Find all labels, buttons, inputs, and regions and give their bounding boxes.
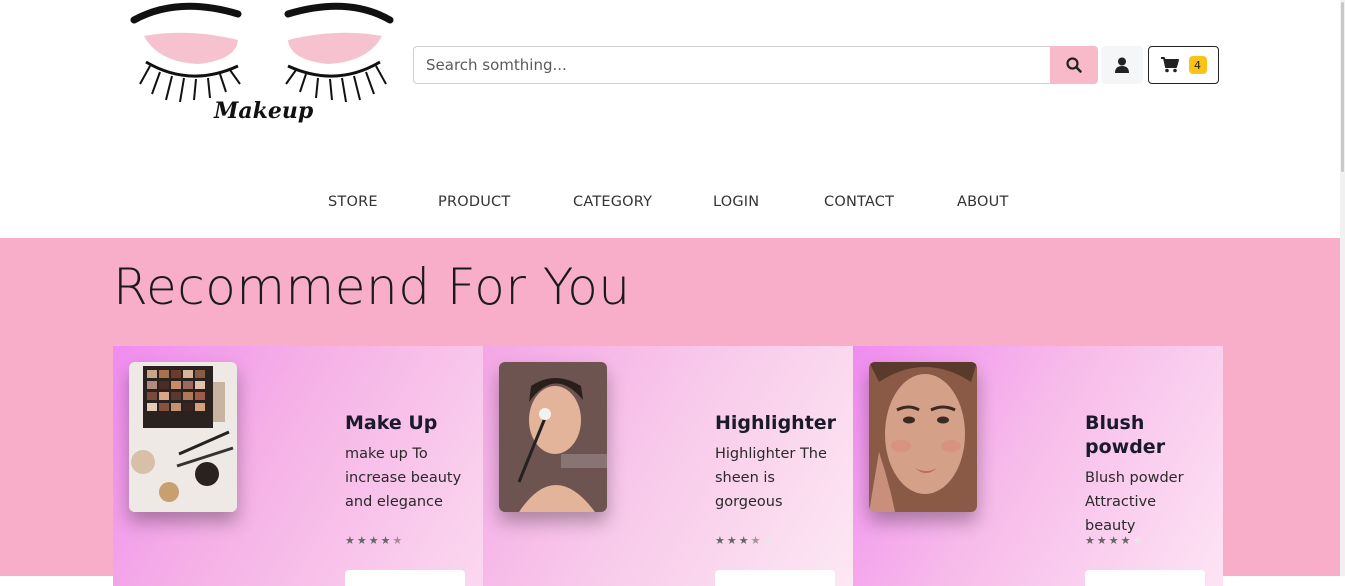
nav-item-store[interactable]: STORE (328, 194, 378, 210)
search-bar (413, 46, 1098, 84)
cart-icon (1160, 57, 1179, 73)
scrollbar-thumb[interactable] (1341, 2, 1344, 172)
card-description: Blush powder Attractive beauty (1085, 470, 1184, 534)
star-rating: ★★★★★ (1085, 534, 1145, 547)
search-button[interactable] (1050, 46, 1098, 84)
nav-item-about[interactable]: ABOUT (957, 194, 1009, 210)
section-title: Recommend For You (113, 258, 631, 316)
user-icon (1115, 57, 1129, 73)
cart-count-badge: 4 (1188, 56, 1207, 74)
account-button[interactable] (1101, 46, 1143, 84)
nav-item-product[interactable]: PRODUCT (438, 194, 510, 210)
product-card[interactable]: Make Up make up To increase beauty and e… (113, 346, 483, 586)
card-description: Highlighter The sheen is gorgeous (715, 446, 827, 510)
woman-with-blush-image[interactable] (869, 362, 977, 512)
site-header: Makeup 4 STORE PRODUCT CATEGORY LOGIN C (0, 0, 1345, 238)
card-description: make up To increase beauty and elegance (345, 446, 462, 510)
eyeshadow-palette-image[interactable] (129, 362, 237, 512)
search-input[interactable] (413, 46, 1050, 84)
card-action-button[interactable] (1085, 570, 1205, 586)
nav-item-contact[interactable]: CONTACT (824, 194, 894, 210)
cart-button[interactable]: 4 (1148, 46, 1219, 84)
card-title: Highlighter (715, 412, 837, 434)
search-icon (1066, 57, 1082, 73)
card-title: Make Up (345, 412, 438, 434)
logo-text: Makeup (214, 98, 314, 124)
card-title: Blush powder (1085, 412, 1166, 458)
card-action-button[interactable] (345, 570, 465, 586)
nav-item-login[interactable]: LOGIN (713, 194, 759, 210)
recommend-section: Recommend For You Make Up make up To inc… (0, 238, 1340, 586)
star-rating: ★★★★★ (345, 534, 405, 547)
product-card[interactable]: Highlighter Highlighter The sheen is gor… (483, 346, 853, 586)
woman-applying-highlighter-image[interactable] (499, 362, 607, 512)
nav-item-category[interactable]: CATEGORY (573, 194, 652, 210)
product-card[interactable]: Blush powder Blush powder Attractive bea… (853, 346, 1223, 586)
card-action-button[interactable] (715, 570, 835, 586)
main-nav: STORE PRODUCT CATEGORY LOGIN CONTACT ABO… (0, 194, 1345, 214)
brand-logo[interactable]: Makeup (128, 0, 398, 135)
star-rating: ★★★★★ (715, 534, 775, 547)
